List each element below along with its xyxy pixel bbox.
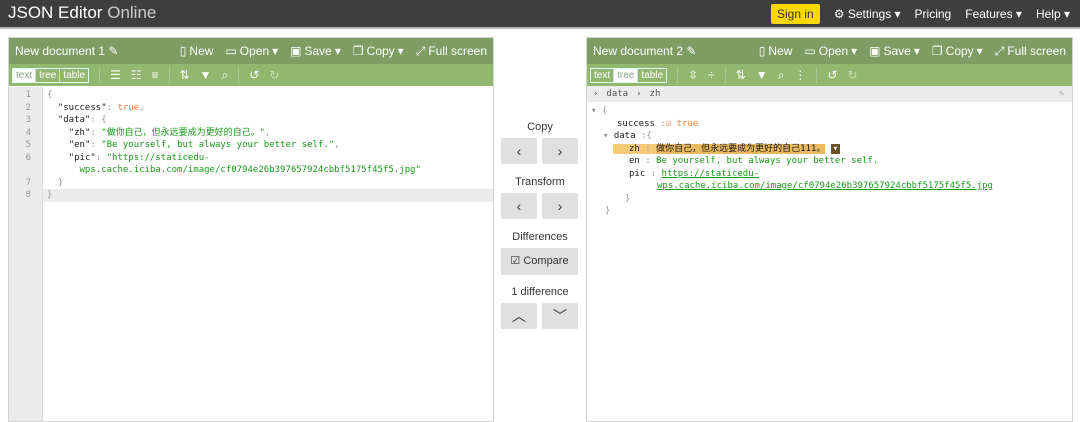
mode-tree[interactable]: tree bbox=[36, 68, 61, 82]
undo-icon[interactable]: ↺ bbox=[249, 68, 259, 82]
chevron-right-icon: › bbox=[636, 89, 642, 99]
search-icon[interactable]: ⌕ bbox=[778, 68, 785, 83]
sort-icon[interactable]: ⇅ bbox=[736, 68, 746, 82]
left-editor: New document 1 ✎ ▯ New ▭ Open ▾ ▣ Save ▾ ❐ Cop… bbox=[8, 37, 494, 422]
open-button[interactable]: ▭ Open ▾ bbox=[225, 44, 278, 58]
copy-icon: ❐ bbox=[352, 44, 364, 58]
open-button[interactable]: ▭ Open ▾ bbox=[804, 44, 857, 58]
copy-label: Copy bbox=[527, 121, 553, 133]
next-difference-button[interactable]: ﹀ bbox=[542, 303, 578, 329]
compare-checkbox[interactable]: ☑ Compare bbox=[501, 248, 578, 275]
redo-icon[interactable]: ↻ bbox=[847, 68, 857, 82]
save-button[interactable]: ▣ Save ▾ bbox=[290, 44, 341, 58]
undo-icon[interactable]: ↺ bbox=[827, 68, 837, 82]
mode-tree[interactable]: tree bbox=[614, 68, 639, 82]
sort-icon[interactable]: ⇅ bbox=[180, 68, 190, 82]
tree-view[interactable]: ▾ { success :☑ true ▾ data :{ zh : 做你自己，… bbox=[587, 102, 1072, 218]
file-icon: ▯ bbox=[179, 44, 187, 58]
compact-icon[interactable]: ≡ bbox=[152, 68, 159, 82]
pricing-link[interactable]: Pricing bbox=[915, 7, 952, 21]
format-add-icon[interactable]: ☷ bbox=[131, 68, 142, 82]
collapse-icon[interactable]: ▾ bbox=[603, 131, 608, 141]
folder-icon: ▭ bbox=[225, 44, 237, 58]
copy-button[interactable]: ❐ Copy ▾ bbox=[932, 44, 983, 58]
copy-button[interactable]: ❐ Copy ▾ bbox=[353, 44, 404, 58]
expand-all-icon[interactable]: ⇳ bbox=[688, 68, 698, 82]
edit-icon[interactable]: ✎ bbox=[108, 44, 118, 58]
mode-table[interactable]: table bbox=[638, 69, 666, 82]
fullscreen-button[interactable]: ⤢ Full screen bbox=[416, 44, 487, 59]
file-icon: ▯ bbox=[758, 44, 766, 58]
differences-label: Differences bbox=[512, 231, 568, 243]
breadcrumb: › data › zh ✎ bbox=[587, 86, 1072, 102]
copy-icon: ❐ bbox=[931, 44, 943, 58]
format-icon[interactable]: ☰ bbox=[110, 68, 121, 82]
chevron-right-icon: › bbox=[593, 89, 599, 99]
checkbox-icon[interactable]: ☑ bbox=[666, 119, 671, 129]
save-icon: ▣ bbox=[869, 44, 881, 58]
new-button[interactable]: ▯ New bbox=[759, 44, 793, 58]
expand-icon: ⤢ bbox=[994, 43, 1005, 58]
filter-icon[interactable]: ▼ bbox=[200, 68, 212, 82]
edit-icon[interactable]: ✎ bbox=[686, 44, 696, 58]
copy-right-button[interactable]: › bbox=[542, 138, 578, 164]
search-icon[interactable]: ⌕ bbox=[222, 68, 229, 83]
difference-count: 1 difference bbox=[511, 286, 569, 298]
edit-path-icon[interactable]: ✎ bbox=[1059, 89, 1064, 99]
mode-table[interactable]: table bbox=[60, 69, 88, 82]
transform-right-button[interactable]: › bbox=[542, 193, 578, 219]
previous-difference-button[interactable]: ︿ bbox=[501, 303, 537, 329]
gear-icon: ⚙ bbox=[833, 7, 845, 21]
redo-icon[interactable]: ↻ bbox=[269, 68, 279, 82]
fullscreen-button[interactable]: ⤢ Full screen bbox=[995, 44, 1066, 59]
collapse-all-icon[interactable]: ÷ bbox=[708, 68, 715, 82]
url-link[interactable]: wps.cache.iciba.com/image/cf0794e26b3976… bbox=[657, 181, 993, 191]
save-icon: ▣ bbox=[290, 44, 302, 58]
compare-panel: Copy ‹ › Transform ‹ › Differences ☑ Com… bbox=[494, 37, 586, 422]
context-menu-icon[interactable]: ▾ bbox=[830, 143, 841, 154]
more-icon[interactable]: ⋮ bbox=[794, 68, 806, 82]
breadcrumb-item[interactable]: zh bbox=[650, 89, 661, 99]
help-menu[interactable]: Help ▾ bbox=[1036, 7, 1070, 21]
right-editor: New document 2 ✎ ▯ New ▭ Open ▾ ▣ Save ▾ ❐ Cop… bbox=[586, 37, 1073, 422]
transform-left-button[interactable]: ‹ bbox=[501, 193, 537, 219]
mode-text[interactable]: text bbox=[13, 68, 37, 82]
breadcrumb-item[interactable]: data bbox=[606, 89, 628, 99]
code-editor[interactable]: 12345678 { "success": true, "data": { "z… bbox=[9, 87, 493, 421]
checkbox-checked-icon: ☑ bbox=[510, 255, 521, 267]
url-link[interactable]: https://staticedu- bbox=[662, 169, 760, 179]
save-button[interactable]: ▣ Save ▾ bbox=[869, 44, 920, 58]
expand-icon: ⤢ bbox=[415, 43, 426, 58]
document-title[interactable]: New document 2 ✎ bbox=[593, 44, 747, 58]
folder-icon: ▭ bbox=[804, 44, 816, 58]
transform-label: Transform bbox=[515, 176, 565, 188]
new-button[interactable]: ▯ New bbox=[180, 44, 214, 58]
app-title: JSON Editor Online bbox=[8, 3, 157, 22]
settings-menu[interactable]: ⚙ Settings ▾ bbox=[834, 7, 901, 21]
collapse-icon[interactable]: ▾ bbox=[591, 106, 596, 116]
features-menu[interactable]: Features ▾ bbox=[965, 7, 1022, 21]
sign-in-button[interactable]: Sign in bbox=[771, 4, 820, 24]
document-title[interactable]: New document 1 ✎ bbox=[15, 44, 168, 58]
mode-text[interactable]: text bbox=[591, 68, 615, 82]
copy-left-button[interactable]: ‹ bbox=[501, 138, 537, 164]
filter-icon[interactable]: ▼ bbox=[756, 68, 768, 82]
top-bar: JSON Editor Online Sign in ⚙ Settings ▾ … bbox=[0, 0, 1080, 29]
